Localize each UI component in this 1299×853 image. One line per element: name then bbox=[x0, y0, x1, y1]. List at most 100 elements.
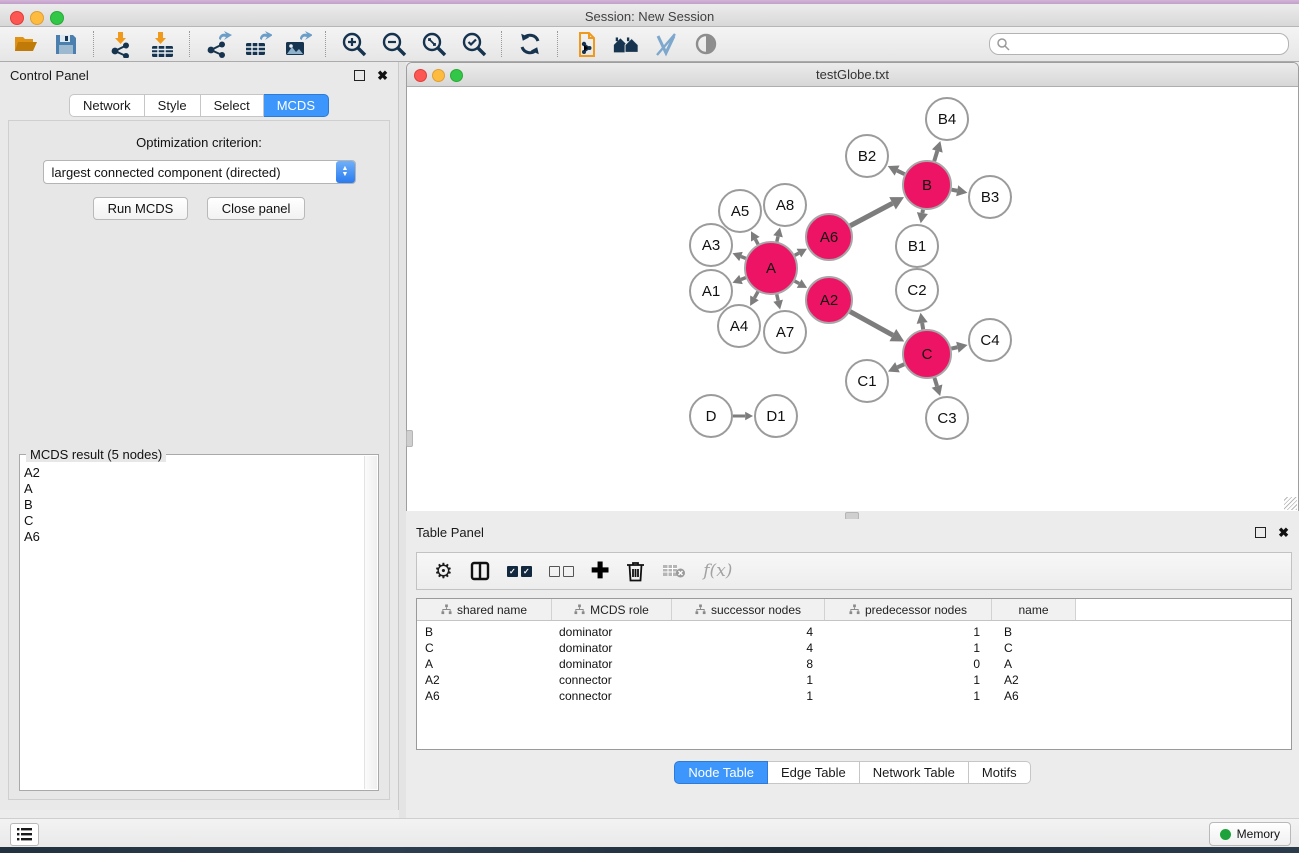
export-image-icon[interactable] bbox=[284, 30, 312, 58]
save-session-icon[interactable] bbox=[52, 30, 80, 58]
graph-node-C3[interactable]: C3 bbox=[926, 397, 968, 439]
graph-edge[interactable] bbox=[777, 294, 778, 300]
graph-node-B2[interactable]: B2 bbox=[846, 135, 888, 177]
graph-edge[interactable] bbox=[897, 364, 904, 367]
tab-motifs[interactable]: Motifs bbox=[969, 761, 1031, 784]
graph-edge[interactable] bbox=[934, 151, 937, 161]
graph-edge[interactable] bbox=[777, 236, 778, 241]
graph-edge[interactable] bbox=[741, 256, 746, 258]
graph-edge[interactable] bbox=[922, 323, 923, 329]
settings-icon[interactable]: ⚙ bbox=[434, 561, 453, 582]
run-mcds-button[interactable]: Run MCDS bbox=[93, 197, 189, 220]
delete-column-icon[interactable] bbox=[626, 561, 645, 582]
mcds-result-item[interactable]: A2 bbox=[24, 465, 364, 481]
graph-edge[interactable] bbox=[952, 190, 958, 191]
graph-node-D[interactable]: D bbox=[690, 395, 732, 437]
graph-node-A4[interactable]: A4 bbox=[718, 305, 760, 347]
graph-edge[interactable] bbox=[755, 292, 758, 298]
export-network-icon[interactable] bbox=[204, 30, 232, 58]
clone-network-icon[interactable] bbox=[572, 30, 600, 58]
criterion-dropdown[interactable]: largest connected component (directed) ▲… bbox=[43, 160, 356, 184]
splitter-handle[interactable] bbox=[406, 430, 413, 447]
mcds-result-item[interactable]: B bbox=[24, 497, 364, 513]
open-session-icon[interactable] bbox=[12, 30, 40, 58]
graph-edge[interactable] bbox=[755, 239, 758, 244]
graph-node-A[interactable]: A bbox=[745, 242, 797, 294]
graph-edge[interactable] bbox=[850, 312, 893, 336]
tab-network-table[interactable]: Network Table bbox=[860, 761, 969, 784]
graph-node-C4[interactable]: C4 bbox=[969, 319, 1011, 361]
add-column-icon[interactable]: ✚ bbox=[591, 560, 609, 582]
search-field[interactable] bbox=[989, 33, 1289, 55]
graph-node-A8[interactable]: A8 bbox=[764, 184, 806, 226]
refresh-icon[interactable] bbox=[516, 30, 544, 58]
mcds-result-item[interactable]: A bbox=[24, 481, 364, 497]
graph-node-D1[interactable]: D1 bbox=[755, 395, 797, 437]
zoom-fit-icon[interactable] bbox=[420, 30, 448, 58]
graph-node-A3[interactable]: A3 bbox=[690, 224, 732, 266]
toggle-columns-icon[interactable] bbox=[470, 561, 490, 581]
table-row[interactable]: Cdominator41C bbox=[417, 640, 1291, 656]
graph-edge[interactable] bbox=[741, 278, 746, 280]
resize-grip-icon[interactable] bbox=[1284, 497, 1297, 510]
tab-node-table[interactable]: Node Table bbox=[674, 761, 768, 784]
graph-node-B3[interactable]: B3 bbox=[969, 176, 1011, 218]
network-canvas[interactable]: AA1A2A3A4A5A6A7A8BB1B2B3B4CC1C2C3C4DD1 bbox=[407, 87, 1298, 511]
table-row[interactable]: A2connector11A2 bbox=[417, 672, 1291, 688]
graph-edge[interactable] bbox=[795, 253, 799, 255]
mcds-result-scrollbar[interactable] bbox=[364, 456, 377, 789]
memory-button[interactable]: Memory bbox=[1209, 822, 1291, 846]
network-window-titlebar[interactable]: testGlobe.txt bbox=[407, 63, 1298, 87]
graph-edge[interactable] bbox=[795, 281, 800, 283]
column-header-predecessor-nodes[interactable]: predecessor nodes bbox=[825, 599, 992, 620]
tab-network[interactable]: Network bbox=[69, 94, 145, 117]
tab-edge-table[interactable]: Edge Table bbox=[768, 761, 860, 784]
import-network-icon[interactable] bbox=[108, 30, 136, 58]
tab-mcds[interactable]: MCDS bbox=[264, 94, 329, 117]
show-hidden-icon[interactable] bbox=[692, 30, 720, 58]
show-all-networks-icon[interactable] bbox=[612, 30, 640, 58]
graph-node-A7[interactable]: A7 bbox=[764, 311, 806, 353]
hide-selected-icon[interactable] bbox=[652, 30, 680, 58]
search-input[interactable] bbox=[1010, 35, 1288, 53]
close-panel-icon[interactable]: ✖ bbox=[377, 69, 388, 82]
graph-node-A2[interactable]: A2 bbox=[806, 277, 852, 323]
zoom-in-icon[interactable] bbox=[340, 30, 368, 58]
table-row[interactable]: Adominator80A bbox=[417, 656, 1291, 672]
tab-select[interactable]: Select bbox=[201, 94, 264, 117]
panel-divider[interactable] bbox=[399, 62, 406, 818]
function-builder-icon[interactable]: f(x) bbox=[703, 561, 732, 581]
delete-table-icon[interactable] bbox=[662, 562, 686, 580]
column-header-name[interactable]: name bbox=[992, 599, 1076, 620]
close-panel-icon[interactable]: ✖ bbox=[1278, 526, 1289, 539]
import-table-icon[interactable] bbox=[148, 30, 176, 58]
graph-node-C1[interactable]: C1 bbox=[846, 360, 888, 402]
column-header-shared-name[interactable]: shared name bbox=[417, 599, 552, 620]
graph-node-B[interactable]: B bbox=[903, 161, 951, 209]
mcds-result-item[interactable]: A6 bbox=[24, 529, 364, 545]
graph-edge[interactable] bbox=[850, 203, 892, 225]
graph-edge[interactable] bbox=[934, 378, 937, 386]
graph-node-A5[interactable]: A5 bbox=[719, 190, 761, 232]
table-row[interactable]: A6connector11A6 bbox=[417, 688, 1291, 704]
export-table-icon[interactable] bbox=[244, 30, 272, 58]
column-header-mcds-role[interactable]: MCDS role bbox=[552, 599, 672, 620]
graph-node-A1[interactable]: A1 bbox=[690, 270, 732, 312]
mcds-result-item[interactable]: C bbox=[24, 513, 364, 529]
tab-style[interactable]: Style bbox=[145, 94, 201, 117]
deselect-all-columns-icon[interactable] bbox=[549, 566, 574, 577]
close-panel-button[interactable]: Close panel bbox=[207, 197, 306, 220]
column-header-successor-nodes[interactable]: successor nodes bbox=[672, 599, 825, 620]
select-all-columns-icon[interactable]: ✓✓ bbox=[507, 566, 532, 577]
graph-edge[interactable] bbox=[897, 171, 904, 175]
zoom-out-icon[interactable] bbox=[380, 30, 408, 58]
graph-node-B1[interactable]: B1 bbox=[896, 225, 938, 267]
graph-edge[interactable] bbox=[922, 210, 923, 213]
float-panel-icon[interactable] bbox=[1255, 527, 1266, 538]
float-panel-icon[interactable] bbox=[354, 70, 365, 81]
graph-edge[interactable] bbox=[951, 347, 957, 348]
zoom-selected-icon[interactable] bbox=[460, 30, 488, 58]
table-row[interactable]: Bdominator41B bbox=[417, 624, 1291, 640]
graph-node-C[interactable]: C bbox=[903, 330, 951, 378]
task-history-button[interactable] bbox=[10, 823, 39, 846]
